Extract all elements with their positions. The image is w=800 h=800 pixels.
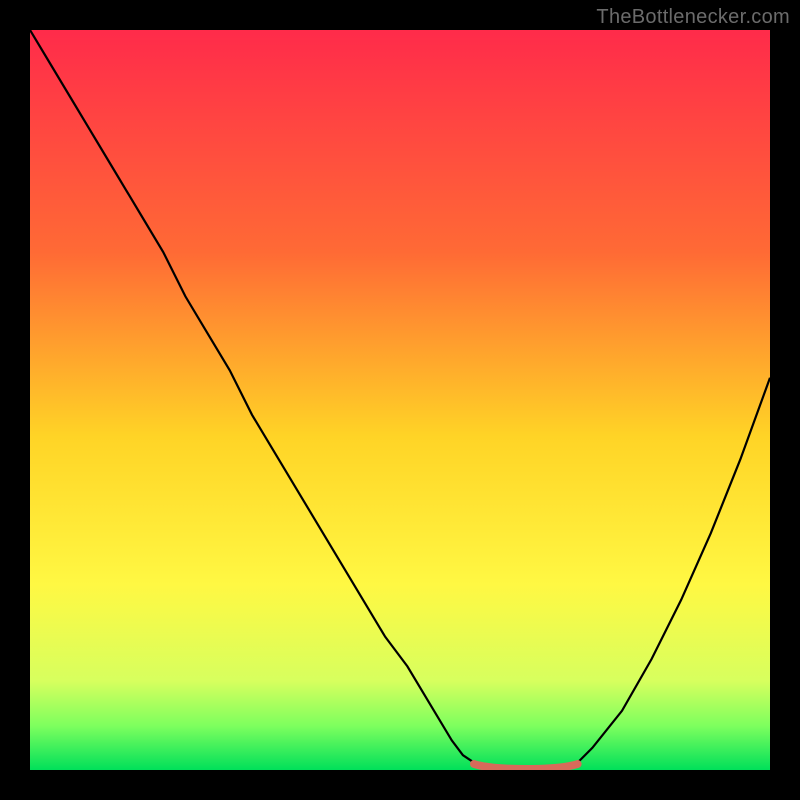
chart-container: TheBottlenecker.com bbox=[0, 0, 800, 800]
plot-area bbox=[30, 30, 770, 770]
bottleneck-chart bbox=[30, 30, 770, 770]
gradient-background bbox=[30, 30, 770, 770]
watermark-text: TheBottlenecker.com bbox=[596, 6, 790, 29]
